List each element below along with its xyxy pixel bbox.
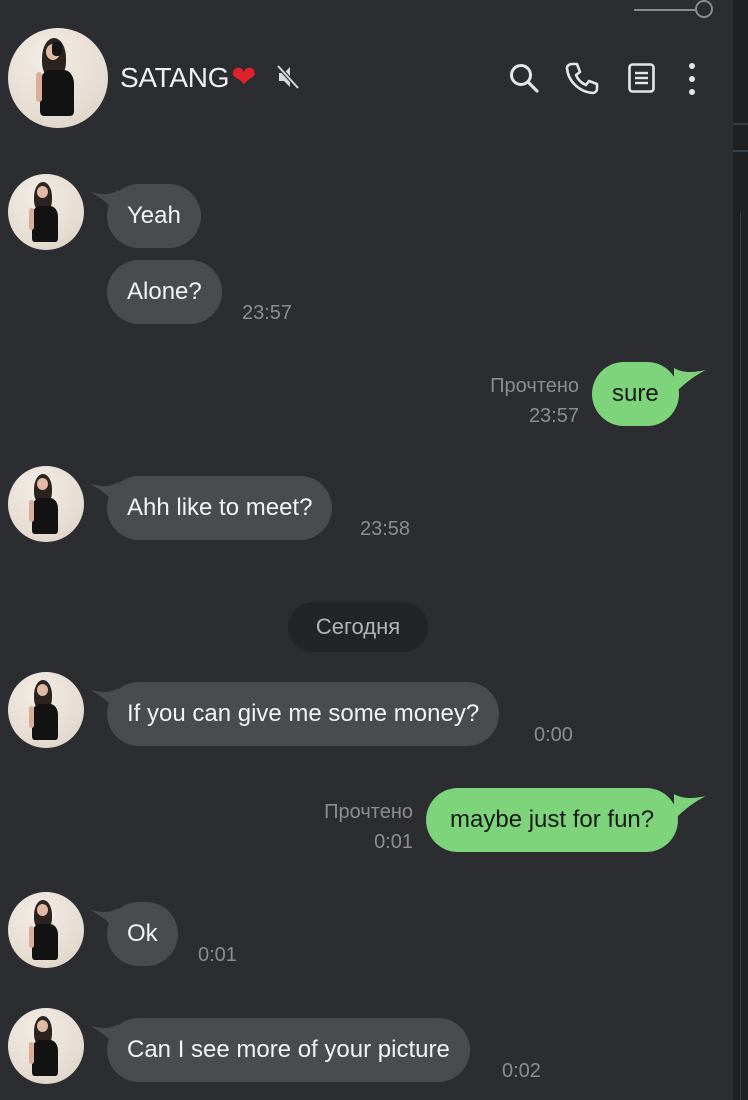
- divider: [733, 150, 748, 152]
- message-time: 0:01: [374, 831, 413, 853]
- message-bubble[interactable]: maybe just for fun?: [426, 788, 679, 852]
- message-bubble[interactable]: Alone?: [107, 260, 222, 324]
- read-receipt: Прочтено 0:01: [324, 797, 413, 857]
- message-time: 0:01: [198, 944, 237, 966]
- read-status: Прочтено: [324, 801, 413, 823]
- message-time: 23:58: [360, 518, 411, 540]
- phone-icon[interactable]: [564, 60, 600, 96]
- more-icon[interactable]: [686, 62, 698, 96]
- heart-emoji: ❤: [231, 61, 257, 94]
- read-receipt: Прочтено 23:57: [490, 371, 579, 431]
- message-bubble[interactable]: Yeah: [107, 184, 201, 248]
- message-time: 23:57: [528, 405, 579, 427]
- message-bubble[interactable]: Ahh like to meet?: [107, 476, 333, 540]
- read-status: Прочтено: [490, 375, 579, 397]
- contact-name-text: SATANG: [120, 62, 230, 93]
- contact-avatar[interactable]: [8, 28, 108, 128]
- search-icon[interactable]: [508, 62, 540, 94]
- window-edge: [733, 0, 748, 1100]
- message-bubble[interactable]: Ok: [107, 902, 178, 966]
- message-bubble[interactable]: Can I see more of your picture: [107, 1018, 470, 1082]
- slider-track[interactable]: [634, 9, 696, 11]
- date-divider: Сегодня: [288, 602, 428, 652]
- message-time: 0:00: [534, 724, 573, 746]
- message-time: 23:57: [242, 302, 293, 324]
- divider: [733, 123, 748, 125]
- contact-name[interactable]: SATANG❤: [120, 60, 256, 96]
- sender-avatar[interactable]: [8, 174, 84, 250]
- message-bubble[interactable]: If you can give me some money?: [107, 682, 500, 746]
- message-bubble[interactable]: sure: [592, 362, 679, 426]
- sender-avatar[interactable]: [8, 892, 84, 968]
- mute-icon: [276, 64, 300, 90]
- slider-handle[interactable]: [695, 0, 713, 18]
- sender-avatar[interactable]: [8, 466, 84, 542]
- message-time: 0:02: [502, 1060, 541, 1082]
- sender-avatar[interactable]: [8, 672, 84, 748]
- notes-icon[interactable]: [627, 62, 657, 94]
- sender-avatar[interactable]: [8, 1008, 84, 1084]
- divider: [740, 213, 741, 1100]
